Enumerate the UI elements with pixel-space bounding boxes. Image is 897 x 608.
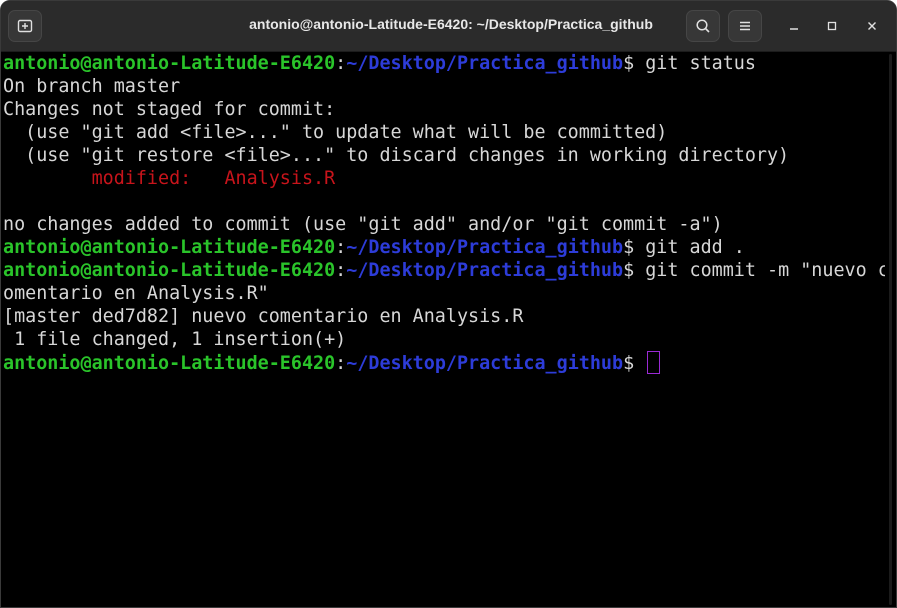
command-text: git commit -m "nuevo c (634, 260, 885, 281)
prompt-symbol: $ (623, 260, 635, 281)
output-line: (use "git add <file>..." to update what … (3, 122, 668, 143)
window-title: antonio@antonio-Latitude-E6420: ~/Deskto… (249, 16, 653, 32)
scrollbar[interactable] (885, 52, 896, 607)
menu-button[interactable] (728, 10, 762, 42)
terminal-window: antonio@antonio-Latitude-E6420: ~/Deskto… (0, 0, 897, 608)
text-cursor[interactable] (647, 351, 661, 374)
modified-file-line: modified: Analysis.R (3, 168, 336, 189)
prompt-path: ~/Desktop/Practica_github (346, 260, 624, 281)
output-line: [master ded7d82] nuevo comentario en Ana… (3, 306, 524, 327)
new-tab-button[interactable] (8, 10, 42, 42)
search-icon (696, 19, 710, 33)
close-icon (868, 22, 876, 30)
prompt-path: ~/Desktop/Practica_github (346, 53, 624, 74)
prompt-user: antonio@antonio-Latitude-E6420 (3, 353, 336, 374)
prompt-separator: : (335, 260, 347, 281)
prompt-separator: : (335, 237, 347, 258)
prompt-line: antonio@antonio-Latitude-E6420:~/Desktop… (3, 351, 885, 374)
maximize-icon (827, 21, 837, 31)
command-text (634, 353, 645, 374)
command-text: git add . (634, 237, 745, 258)
prompt-line: antonio@antonio-Latitude-E6420:~/Desktop… (3, 236, 885, 259)
prompt-symbol: $ (623, 53, 635, 74)
close-button[interactable] (861, 15, 883, 37)
minimize-button[interactable] (783, 15, 805, 37)
terminal-output[interactable]: antonio@antonio-Latitude-E6420:~/Desktop… (1, 52, 885, 607)
prompt-user: antonio@antonio-Latitude-E6420 (3, 237, 336, 258)
scrollbar-thumb[interactable] (889, 54, 892, 605)
output-line: no changes added to commit (use "git add… (3, 214, 723, 235)
new-tab-icon (17, 19, 33, 33)
output-line: Changes not staged for commit: (3, 99, 336, 120)
output-line: (use "git restore <file>..." to discard … (3, 145, 790, 166)
command-wrap-line: omentario en Analysis.R" (3, 283, 269, 304)
maximize-button[interactable] (821, 15, 843, 37)
prompt-line: antonio@antonio-Latitude-E6420:~/Desktop… (3, 52, 885, 75)
prompt-user: antonio@antonio-Latitude-E6420 (3, 260, 336, 281)
prompt-user: antonio@antonio-Latitude-E6420 (3, 53, 336, 74)
prompt-symbol: $ (623, 353, 635, 374)
output-line: On branch master (3, 76, 181, 97)
prompt-path: ~/Desktop/Practica_github (346, 237, 624, 258)
minimize-icon (790, 28, 798, 30)
hamburger-menu-icon (740, 21, 750, 31)
output-line: 1 file changed, 1 insertion(+) (3, 329, 347, 350)
prompt-path: ~/Desktop/Practica_github (346, 353, 624, 374)
command-text: git status (634, 53, 756, 74)
search-button[interactable] (686, 10, 720, 42)
prompt-symbol: $ (623, 237, 635, 258)
prompt-separator: : (335, 353, 347, 374)
title-bar[interactable]: antonio@antonio-Latitude-E6420: ~/Deskto… (1, 1, 896, 52)
prompt-separator: : (335, 53, 347, 74)
empty-line (3, 190, 885, 213)
prompt-line: antonio@antonio-Latitude-E6420:~/Desktop… (3, 259, 885, 282)
